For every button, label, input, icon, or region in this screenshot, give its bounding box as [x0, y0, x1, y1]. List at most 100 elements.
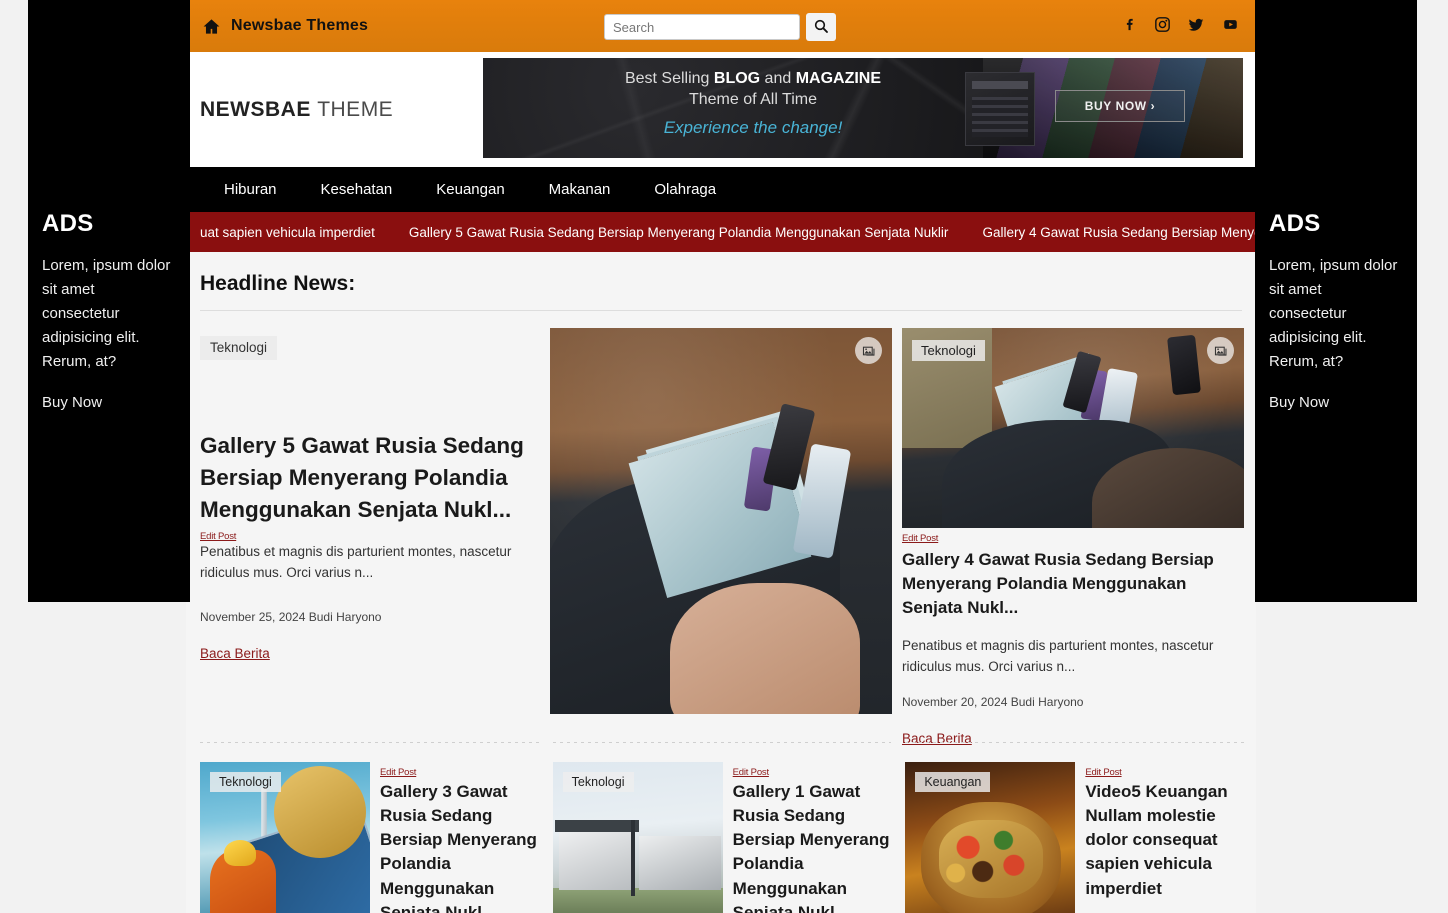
- hero-text-column: Teknologi Gallery 5 Gawat Rusia Sedang B…: [200, 328, 540, 720]
- card-edit-post-link[interactable]: Edit Post: [1085, 767, 1121, 778]
- logo-banner-row: NEWSBAE THEME Best Selling BLOG and MAGA…: [186, 52, 1256, 167]
- secondary-photo-phone-held: [1167, 334, 1201, 396]
- promo-banner[interactable]: Best Selling BLOG and MAGAZINE Theme of …: [483, 58, 1243, 158]
- banner-line-1: Best Selling BLOG and MAGAZINE: [543, 70, 963, 88]
- hero-meta: November 25, 2024 Budi Haryono: [200, 610, 540, 624]
- banner-text: Best Selling BLOG and MAGAZINE Theme of …: [543, 70, 963, 138]
- list-item: Teknologi Edit Post Gallery 1 Gawat Rusi…: [552, 742, 892, 913]
- card-thumbnail[interactable]: Teknologi: [552, 762, 723, 913]
- thumb-worker-helmet: [224, 840, 256, 866]
- search-input[interactable]: [604, 14, 800, 40]
- hero-author: Budi Haryono: [308, 609, 382, 624]
- hero-date: November 25, 2024: [200, 609, 306, 624]
- ads-right-buy-now-link[interactable]: Buy Now: [1269, 394, 1329, 411]
- main-nav: Hiburan Kesehatan Keuangan Makanan Olahr…: [186, 167, 1256, 212]
- twitter-icon[interactable]: [1187, 17, 1205, 38]
- ads-left-title: ADS: [42, 210, 94, 237]
- nav-item-olahraga[interactable]: Olahraga: [632, 181, 738, 198]
- thumb-house-left: [558, 828, 633, 890]
- thumb-food: [939, 820, 1044, 898]
- card-title[interactable]: Gallery 1 Gawat Rusia Sedang Bersiap Men…: [733, 780, 892, 913]
- site-logo[interactable]: NEWSBAE THEME: [200, 98, 393, 122]
- article-card-row: Teknologi Edit Post Gallery 3 Gawat Rusi…: [200, 742, 1245, 913]
- ads-panel-left: ADS Lorem, ipsum dolor sit amet consecte…: [28, 0, 190, 602]
- card-thumbnail[interactable]: Keuangan: [905, 762, 1076, 913]
- thumb-grass: [552, 888, 723, 913]
- ticker-item-3[interactable]: Gallery 4 Gawat Rusia Sedang Bersiap Men…: [982, 225, 1256, 240]
- thumb-dome: [274, 766, 366, 858]
- logo-bold: NEWSBAE: [200, 97, 311, 121]
- card-category-badge[interactable]: Teknologi: [210, 772, 281, 792]
- secondary-excerpt: Penatibus et magnis dis parturient monte…: [902, 638, 1214, 674]
- card-edit-post-link[interactable]: Edit Post: [733, 767, 769, 778]
- hero-title[interactable]: Gallery 5 Gawat Rusia Sedang Bersiap Men…: [200, 430, 540, 526]
- card-title[interactable]: Gallery 3 Gawat Rusia Sedang Bersiap Men…: [380, 780, 539, 913]
- top-bar: Newsbae Themes: [186, 0, 1256, 52]
- banner-line1-mid: and: [760, 70, 796, 87]
- secondary-title[interactable]: Gallery 4 Gawat Rusia Sedang Bersiap Men…: [902, 548, 1244, 620]
- hero-image[interactable]: [550, 328, 892, 714]
- ads-panel-right: ADS Lorem, ipsum dolor sit amet consecte…: [1255, 0, 1417, 602]
- thumb-roof: [554, 820, 639, 832]
- card-edit-post-link[interactable]: Edit Post: [380, 767, 416, 778]
- secondary-category-badge[interactable]: Teknologi: [912, 340, 985, 361]
- secondary-article-image[interactable]: Teknologi: [902, 328, 1244, 528]
- gallery-icon: [1207, 337, 1234, 364]
- ads-right-body: Lorem, ipsum dolor sit amet consectetur …: [1269, 257, 1398, 370]
- search-button[interactable]: [806, 13, 836, 41]
- search-icon: [813, 18, 829, 37]
- list-item: Keuangan Edit Post Video5 Keuangan Nulla…: [905, 742, 1245, 913]
- banner-line-2: Theme of All Time: [688, 91, 818, 108]
- secondary-article: Teknologi Edit Post Gallery 4 Gawat Rusi…: [902, 328, 1244, 746]
- secondary-edit-post-link[interactable]: Edit Post: [902, 533, 938, 544]
- card-title[interactable]: Video5 Keuangan Nullam molestie dolor co…: [1085, 780, 1244, 901]
- hero-photo-hand: [670, 583, 860, 714]
- search-box: [604, 13, 836, 41]
- banner-line1-blog: BLOG: [713, 70, 761, 87]
- page-title: Headline News:: [200, 272, 356, 295]
- ticker-item-1[interactable]: uat sapien vehicula imperdiet: [200, 225, 375, 240]
- ads-left-body: Lorem, ipsum dolor sit amet consectetur …: [42, 257, 171, 370]
- brand-label: Newsbae Themes: [231, 17, 369, 34]
- site-brand[interactable]: Newsbae Themes: [202, 17, 368, 36]
- nav-item-kesehatan[interactable]: Kesehatan: [299, 181, 415, 198]
- thumb-house-right: [638, 836, 721, 890]
- nav-item-keuangan[interactable]: Keuangan: [414, 181, 526, 198]
- banner-device: [965, 72, 1035, 146]
- headline-hero: Teknologi Gallery 5 Gawat Rusia Sedang B…: [200, 328, 1244, 746]
- secondary-author: Budi Haryono: [1010, 695, 1084, 710]
- hero-read-more-link[interactable]: Baca Berita: [200, 646, 270, 661]
- thumb-pole: [630, 820, 635, 896]
- headline-section-header: Headline News:: [186, 272, 1256, 308]
- hero-excerpt: Penatibus et magnis dis parturient monte…: [200, 544, 512, 580]
- ads-right-title: ADS: [1269, 210, 1321, 237]
- gallery-icon: [855, 337, 882, 364]
- card-thumbnail[interactable]: Teknologi: [200, 762, 370, 913]
- banner-buy-now-button[interactable]: BUY NOW ›: [1055, 90, 1185, 122]
- card-divider: [905, 742, 1245, 743]
- social-links: [1123, 16, 1240, 38]
- facebook-icon[interactable]: [1123, 16, 1138, 38]
- nav-item-makanan[interactable]: Makanan: [527, 181, 633, 198]
- secondary-meta: November 20, 2024 Budi Haryono: [902, 695, 1244, 709]
- logo-light: THEME: [317, 97, 394, 121]
- ticker-item-2[interactable]: Gallery 5 Gawat Rusia Sedang Bersiap Men…: [409, 225, 949, 240]
- breaking-news-ticker: uat sapien vehicula imperdiet Gallery 5 …: [186, 212, 1256, 252]
- card-category-badge[interactable]: Teknologi: [562, 772, 634, 792]
- banner-line1-pre: Best Selling: [624, 70, 714, 87]
- ads-left-buy-now-link[interactable]: Buy Now: [42, 394, 102, 411]
- list-item: Teknologi Edit Post Gallery 3 Gawat Rusi…: [200, 742, 539, 913]
- hero-edit-post-link[interactable]: Edit Post: [200, 531, 236, 542]
- secondary-date: November 20, 2024: [902, 695, 1008, 710]
- headline-divider: [200, 310, 1242, 311]
- banner-line-3: Experience the change!: [663, 118, 843, 137]
- card-category-badge[interactable]: Keuangan: [915, 772, 991, 792]
- youtube-icon[interactable]: [1221, 17, 1240, 37]
- nav-item-hiburan[interactable]: Hiburan: [202, 181, 299, 198]
- hero-category-badge[interactable]: Teknologi: [200, 336, 278, 361]
- home-icon: [202, 17, 221, 36]
- instagram-icon[interactable]: [1154, 16, 1171, 38]
- card-divider: [200, 742, 539, 743]
- card-divider: [552, 742, 892, 743]
- banner-line1-magazine: MAGAZINE: [795, 70, 882, 87]
